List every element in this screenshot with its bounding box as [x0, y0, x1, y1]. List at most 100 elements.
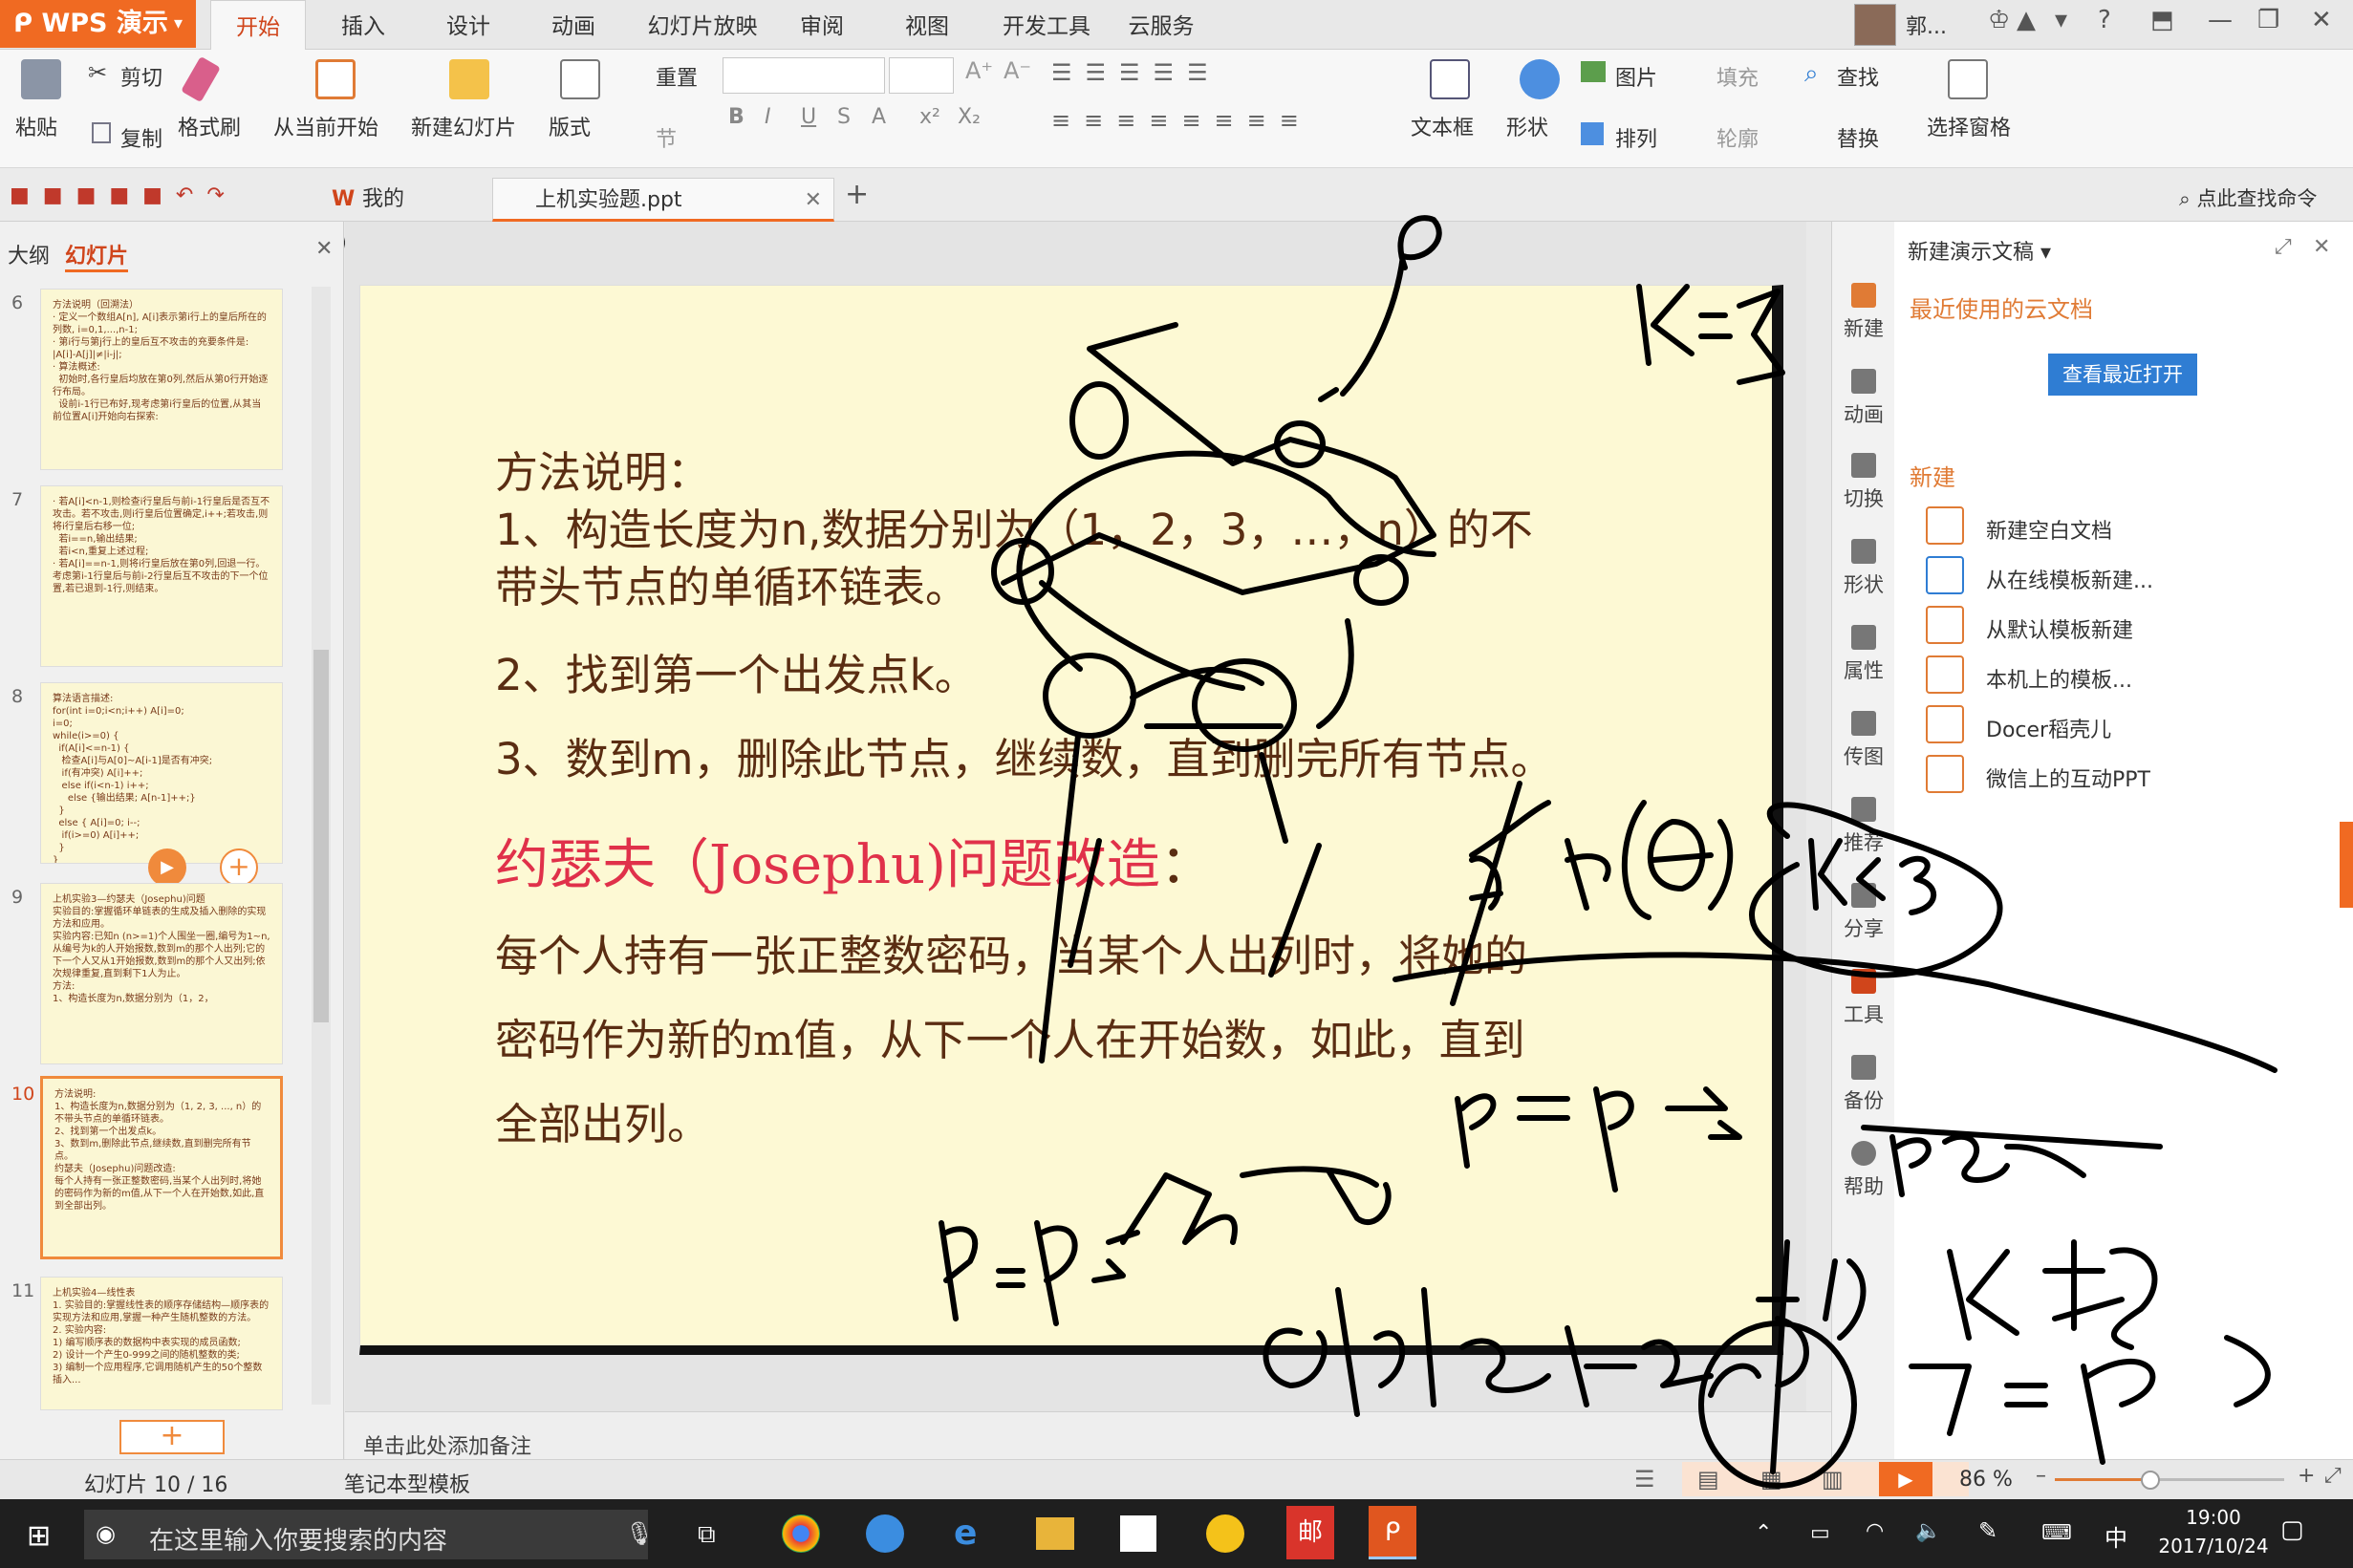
tab-view[interactable]: 视图	[889, 0, 965, 50]
help-icon[interactable]: ?	[2098, 6, 2111, 34]
select-pane-icon[interactable]	[1948, 59, 1988, 99]
shirt-icon[interactable]: ▲	[2017, 6, 2036, 34]
clock-date[interactable]: 2017/10/24	[2145, 1535, 2282, 1557]
rail-backup[interactable]: 备份	[1835, 1055, 1892, 1114]
slide-thumbnail-9[interactable]: 上机实验3—约瑟夫（Josephu)问题 实验目的:掌握循环单链表的生成及插入删…	[40, 883, 283, 1064]
font-name-select[interactable]	[723, 57, 885, 94]
bold-button[interactable]: B	[728, 105, 745, 129]
sorter-view-icon[interactable]: ▦	[1760, 1466, 1782, 1493]
chevron-down-icon[interactable]: ▾	[2055, 6, 2067, 34]
notes-pane[interactable]	[345, 1411, 1831, 1459]
minimize-icon[interactable]: —	[2208, 6, 2233, 34]
store-icon[interactable]	[1120, 1515, 1156, 1552]
mail-app-icon[interactable]: 邮	[1286, 1506, 1334, 1559]
section-button[interactable]: 节	[656, 122, 677, 153]
network-icon[interactable]: ◠	[1866, 1519, 1884, 1543]
edge-icon[interactable]: e	[954, 1514, 977, 1553]
strikethrough-button[interactable]: S	[837, 105, 851, 129]
taskbar-search-text[interactable]: 在这里输入你要搜索的内容	[149, 1521, 447, 1557]
close-icon[interactable]: ✕	[2313, 235, 2330, 259]
slide-scrollbar[interactable]	[1806, 222, 1831, 1411]
slide-line-1[interactable]: 1、构造长度为n,数据分别为（1，2，3，…，n）的不	[495, 495, 1533, 557]
font-size-select[interactable]	[889, 57, 954, 94]
tab-my-wps[interactable]: W 我的WPS✕	[320, 178, 487, 255]
shrink-font-icon[interactable]: A⁻	[1004, 57, 1031, 84]
font-color-button[interactable]: A	[872, 105, 886, 129]
tab-slideshow[interactable]: 幻灯片放映	[640, 0, 765, 50]
microphone-icon[interactable]: 🎙	[625, 1520, 654, 1547]
italic-button[interactable]: I	[765, 105, 771, 129]
zoom-slider-thumb[interactable]	[2141, 1471, 2160, 1490]
layout-icon[interactable]	[560, 59, 600, 99]
ime-indicator[interactable]: 中	[2105, 1519, 2127, 1553]
tab-document[interactable]: 上机实验题.ppt ✕	[492, 178, 834, 222]
textbox-button[interactable]: 文本框	[1411, 111, 1474, 141]
bullet-list-icon[interactable]: ☰☰☰☰☰	[1051, 59, 1221, 86]
new-slide-button[interactable]: 新建幻灯片	[411, 111, 516, 141]
rail-new[interactable]: 新建	[1835, 283, 1892, 342]
keyboard-icon[interactable]: ⌨	[2041, 1521, 2072, 1545]
slide-line-1b[interactable]: 带头节点的单循环链表。	[495, 552, 968, 614]
tab-insert[interactable]: 插入	[325, 0, 401, 50]
grow-font-icon[interactable]: A⁺	[965, 57, 993, 84]
template-name[interactable]: 笔记本型模板	[344, 1468, 470, 1498]
fit-window-icon[interactable]: ⤢	[2324, 1464, 2342, 1488]
slide-thumbnail-8[interactable]: 算法语言描述: for(int i=0;i<n;i++) A[i]=0; i=0…	[40, 682, 283, 864]
rail-animation[interactable]: 动画	[1835, 369, 1892, 428]
slideshow-play-button[interactable]: ▶	[1879, 1462, 1932, 1496]
close-icon[interactable]: ✕	[805, 179, 822, 223]
paste-icon[interactable]	[21, 59, 61, 99]
arrange-icon[interactable]	[1581, 122, 1604, 145]
subscript-button[interactable]: X₂	[958, 105, 981, 129]
find-button[interactable]: 查找	[1837, 61, 1879, 92]
task-pane-title[interactable]: 新建演示文稿 ▾	[1908, 235, 2051, 266]
tab-outline[interactable]: 大纲	[8, 239, 50, 269]
notification-icon[interactable]: ▢	[2280, 1515, 2304, 1544]
close-icon[interactable]: ✕	[2311, 6, 2332, 34]
wechat-ppt-link[interactable]: 微信上的互动PPT	[1986, 763, 2150, 793]
new-slide-icon[interactable]	[449, 59, 489, 99]
tab-developer[interactable]: 开发工具	[994, 0, 1099, 50]
search-icon[interactable]: ⌕	[1804, 59, 1819, 89]
battery-icon[interactable]: ▭	[1810, 1521, 1830, 1545]
tab-cloud[interactable]: 云服务	[1113, 0, 1209, 50]
scrollbar-thumb[interactable]	[313, 650, 329, 1022]
cut-button[interactable]: 剪切	[120, 61, 162, 92]
reading-view-icon[interactable]: ▥	[1822, 1466, 1844, 1493]
slide-para-1[interactable]: 每个人持有一张正整数密码，当某个人出列时，将她的	[495, 921, 1527, 983]
underline-button[interactable]: U	[801, 105, 816, 129]
expand-panel-tab[interactable]	[2340, 822, 2353, 908]
restore-ribbon-icon[interactable]: ⬒	[2150, 6, 2174, 34]
normal-view-icon[interactable]: ▤	[1697, 1466, 1719, 1493]
quick-access-icons[interactable]: ■■■■■↶↷	[10, 183, 238, 207]
tab-slides[interactable]: 幻灯片	[65, 239, 129, 272]
volume-icon[interactable]: 🔈	[1915, 1519, 1941, 1543]
slide-thumbnail-7[interactable]: · 若A[i]<n-1,则检查i行皇后与前i-1行皇后是否互不攻击。若不攻击,则…	[40, 485, 283, 667]
online-template-link[interactable]: 从在线模板新建...	[1986, 564, 2153, 594]
slide-line-3[interactable]: 3、数到m，删除此节点，继续数，直到删完所有节点。	[495, 724, 1553, 786]
skin-icon[interactable]: ♔	[1988, 6, 2010, 34]
rail-recommend[interactable]: 推荐	[1835, 797, 1892, 856]
docer-link[interactable]: Docer稻壳儿	[1986, 713, 2111, 743]
new-blank-link[interactable]: 新建空白文档	[1986, 514, 2112, 545]
pen-icon[interactable]: ✎	[1978, 1517, 1997, 1544]
zoom-out-button[interactable]: –	[2036, 1464, 2046, 1488]
view-recent-button[interactable]: 查看最近打开	[2048, 354, 2197, 396]
task-view-icon[interactable]: ⧉	[698, 1520, 716, 1550]
app-icon[interactable]	[1206, 1514, 1244, 1553]
play-from-current-icon[interactable]	[315, 59, 356, 99]
picture-icon[interactable]	[1581, 61, 1606, 82]
slide-thumbnail-11[interactable]: 上机实验4—线性表 1. 实验目的:掌握线性表的顺序存储结构—顺序表的实现方法和…	[40, 1277, 283, 1410]
shape-button[interactable]: 形状	[1506, 111, 1548, 141]
format-painter-button[interactable]: 格式刷	[178, 111, 241, 141]
slide-heading[interactable]: 方法说明：	[495, 438, 710, 500]
default-template-link[interactable]: 从默认模板新建	[1986, 613, 2133, 644]
tab-animation[interactable]: 动画	[535, 0, 612, 50]
clock-time[interactable]: 19:00	[2170, 1506, 2257, 1529]
textbox-icon[interactable]	[1430, 59, 1470, 99]
arrange-button[interactable]: 排列	[1615, 122, 1657, 153]
maximize-icon[interactable]: ❐	[2257, 6, 2279, 34]
windows-start-icon[interactable]: ⊞	[27, 1519, 51, 1553]
rail-help[interactable]: 帮助	[1835, 1141, 1892, 1200]
notes-toggle-icon[interactable]: ☰	[1634, 1466, 1655, 1493]
